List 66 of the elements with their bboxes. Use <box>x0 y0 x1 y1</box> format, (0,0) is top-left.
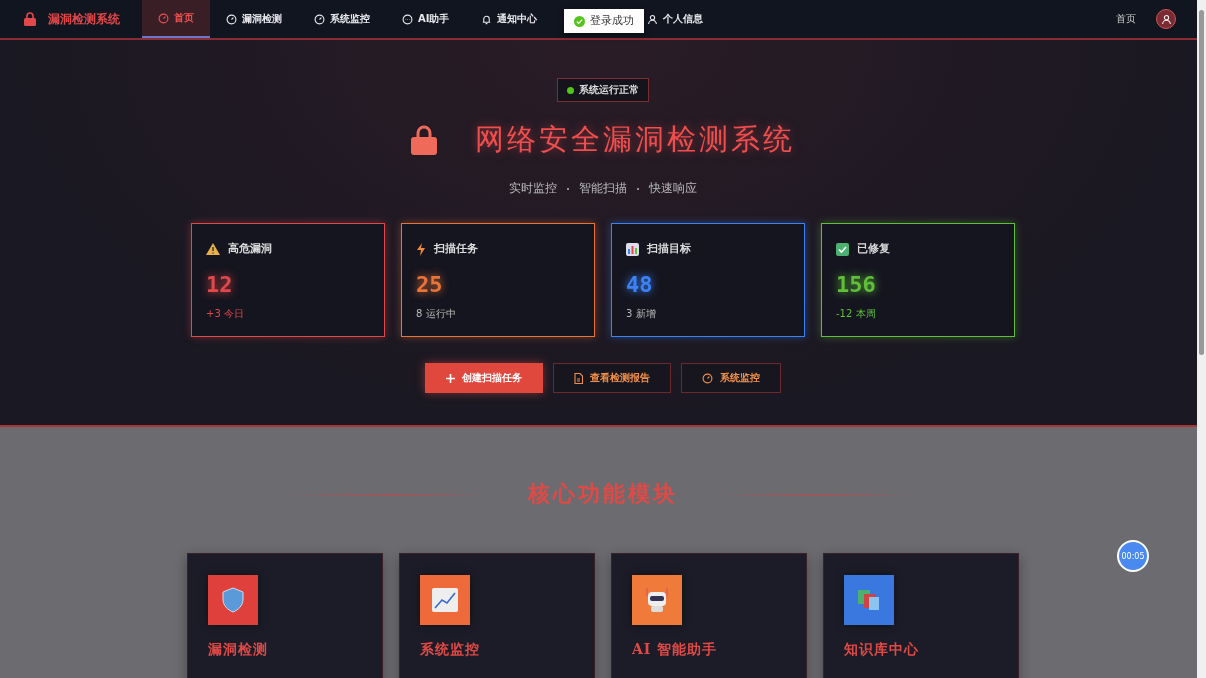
chat-icon <box>402 13 413 25</box>
gauge-icon <box>702 372 713 384</box>
nav-item[interactable]: 漏洞检测 <box>210 0 298 38</box>
checkmark-icon <box>836 242 849 256</box>
stat-label: 扫描任务 <box>434 242 478 256</box>
nav-item[interactable]: AI助手 <box>386 0 466 38</box>
line-chart-icon <box>432 588 458 612</box>
stat-note: 8 运行中 <box>416 307 457 321</box>
module-card[interactable]: 漏洞检测 <box>187 553 383 678</box>
module-title: 知识库中心 <box>844 641 920 659</box>
status-text: 系统运行正常 <box>579 83 639 97</box>
robot-icon <box>643 586 671 614</box>
stat-label: 已修复 <box>857 242 890 256</box>
stat-card[interactable]: 扫描任务 25 8 运行中 <box>401 223 595 337</box>
avatar-button[interactable] <box>1156 9 1176 29</box>
plus-icon <box>446 373 455 383</box>
scrollbar[interactable] <box>1197 0 1206 678</box>
warning-icon <box>206 243 220 255</box>
module-title: 漏洞检测 <box>208 641 269 659</box>
timer-badge: 00:05 <box>1117 540 1149 572</box>
tagline: 快速响应 <box>649 180 697 197</box>
module-card[interactable]: 系统监控 <box>399 553 595 678</box>
stat-card[interactable]: 扫描目标 48 3 新增 <box>611 223 805 337</box>
stat-value: 156 <box>836 272 877 297</box>
gauge-icon <box>314 13 325 25</box>
section-title: 核心功能模块 <box>528 479 678 508</box>
user-icon <box>647 13 659 25</box>
lock-icon <box>24 12 36 26</box>
tagline: 实时监控 <box>509 180 557 197</box>
stat-card[interactable]: 已修复 156 -12 本周 <box>821 223 1015 337</box>
nav-item[interactable]: 通知中心 <box>465 0 554 38</box>
document-icon <box>574 372 583 384</box>
action-button[interactable]: 查看检测报告 <box>553 363 671 393</box>
action-button[interactable]: 创建扫描任务 <box>425 363 543 393</box>
lock-icon <box>411 125 437 155</box>
action-button[interactable]: 系统监控 <box>681 363 781 393</box>
stat-note: -12 本周 <box>836 307 877 321</box>
home-icon <box>158 12 169 24</box>
module-title: AI 智能助手 <box>632 641 719 659</box>
breadcrumb: 首页 <box>1116 12 1136 26</box>
status-dot-icon <box>567 86 574 94</box>
stat-label: 高危漏洞 <box>228 242 272 256</box>
stat-label: 扫描目标 <box>647 242 691 256</box>
bar-chart-icon <box>626 242 639 256</box>
tagline: 智能扫描 <box>579 180 627 197</box>
lightning-icon <box>416 242 426 256</box>
module-title: 系统监控 <box>420 641 481 659</box>
toast-message: 登录成功 <box>590 14 634 28</box>
stat-value: 25 <box>416 272 444 297</box>
shield-icon <box>222 587 244 613</box>
module-card[interactable]: 知识库中心 <box>823 553 1019 678</box>
nav-item[interactable]: 系统监控 <box>298 0 386 38</box>
brand-name: 漏洞检测系统 <box>48 10 120 28</box>
success-icon <box>574 15 585 27</box>
stat-value: 12 <box>206 272 234 297</box>
stat-value: 48 <box>626 272 654 297</box>
module-card[interactable]: AI 智能助手 <box>611 553 807 678</box>
gauge-icon <box>226 13 237 25</box>
user-icon <box>1160 13 1172 25</box>
nav-item[interactable]: 首页 <box>142 0 210 38</box>
hero-title: 网络安全漏洞检测系统 <box>475 121 795 158</box>
stat-card[interactable]: 高危漏洞 12 +3 今日 <box>191 223 385 337</box>
stat-note: 3 新增 <box>626 307 657 321</box>
bell-icon <box>481 13 493 25</box>
books-icon <box>856 588 882 612</box>
stat-note: +3 今日 <box>206 307 245 321</box>
